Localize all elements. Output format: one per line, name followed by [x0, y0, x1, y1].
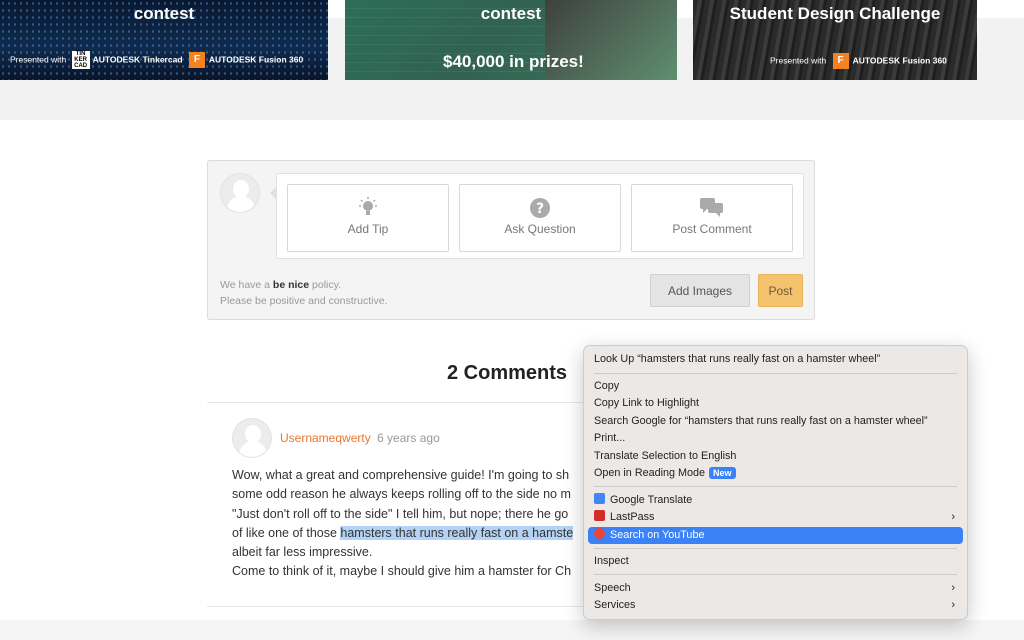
comment-line: albeit far less impressive. [232, 545, 373, 560]
menu-item-translate-selection[interactable]: Translate Selection to English [588, 448, 963, 465]
comment-timestamp: 6 years ago [377, 431, 440, 445]
banner-title: contest [480, 4, 542, 23]
be-nice-link[interactable]: be nice [273, 279, 309, 291]
comment-line: Wow, what a great and comprehensive guid… [232, 468, 570, 482]
context-menu: Look Up “hamsters that runs really fast … [583, 345, 968, 620]
menu-item-inspect[interactable]: Inspect [588, 553, 963, 570]
banner-title: contest [133, 4, 195, 23]
comment-composer: Add Tip ? Ask Question Post Comment We h… [207, 160, 815, 320]
comment-line: "Just don't roll off to the side" I tell… [232, 506, 569, 521]
lastpass-icon [594, 510, 605, 521]
add-tip-label: Add Tip [347, 222, 389, 236]
question-circle-icon: ? [528, 197, 552, 219]
youtube-search-icon [594, 528, 605, 539]
add-images-button[interactable]: Add Images [650, 274, 750, 307]
lightbulb-icon [356, 197, 380, 219]
chevron-right-icon: › [951, 511, 955, 523]
menu-item-search-google[interactable]: Search Google for “hamsters that runs re… [588, 413, 963, 430]
menu-item-copy-link-to-highlight[interactable]: Copy Link to Highlight [588, 395, 963, 412]
comment-meta: Usernameqwerty 6 years ago [280, 431, 440, 445]
ask-question-button[interactable]: ? Ask Question [459, 184, 621, 252]
banner-title: Student Design Challenge [729, 4, 941, 23]
banner-presented-with: Presented with F AUTODESK Fusion 360 [770, 53, 947, 69]
post-button[interactable]: Post [758, 274, 803, 307]
menu-item-open-in-reading-mode[interactable]: Open in Reading Mode New [588, 465, 963, 482]
new-badge: New [709, 467, 736, 479]
add-tip-button[interactable]: Add Tip [287, 184, 449, 252]
banner-prize-text: $40,000 in prizes! [443, 52, 584, 71]
menu-item-look-up[interactable]: Look Up “hamsters that runs really fast … [588, 351, 963, 368]
menu-separator [594, 574, 957, 575]
comment-body: Wow, what a great and comprehensive guid… [232, 466, 592, 582]
google-translate-icon [594, 493, 605, 504]
menu-item-services[interactable]: Services › [588, 597, 963, 614]
menu-item-print[interactable]: Print... [588, 430, 963, 447]
chevron-right-icon: › [951, 582, 955, 594]
chevron-right-icon: › [951, 599, 955, 611]
commenter-avatar[interactable] [232, 418, 272, 458]
composer-actions-box: Add Tip ? Ask Question Post Comment [276, 173, 804, 259]
user-avatar [220, 173, 260, 213]
ask-question-label: Ask Question [504, 222, 576, 236]
menu-item-google-translate[interactable]: Google Translate [588, 492, 963, 509]
page-bottom-strip [0, 620, 1024, 640]
chat-bubbles-icon [700, 197, 724, 219]
fusion-logo-icon: F [188, 52, 205, 68]
menu-item-lastpass[interactable]: LastPass › [588, 509, 963, 526]
contest-banner-2[interactable]: contest $40,000 in prizes! [345, 0, 677, 80]
menu-item-copy[interactable]: Copy [588, 378, 963, 395]
selected-text: hamsters that runs really fast on a hams… [340, 525, 574, 540]
fusion-logo-icon: F [832, 53, 849, 69]
comment-username[interactable]: Usernameqwerty [280, 431, 371, 445]
comment-line: some odd reason he always keeps rolling … [232, 487, 571, 502]
comments-heading: 2 Comments [447, 362, 568, 384]
be-nice-policy: We have a be nice policy. Please be posi… [220, 279, 388, 307]
menu-separator [594, 373, 957, 374]
contest-banner-3[interactable]: Student Design Challenge Presented with … [693, 0, 977, 80]
menu-separator [594, 548, 957, 549]
svg-text:?: ? [536, 201, 544, 217]
comment-line: of like one of those hamsters that runs … [232, 525, 574, 540]
menu-item-search-on-youtube[interactable]: Search on YouTube [588, 527, 963, 544]
menu-separator [594, 486, 957, 487]
comment-line: Come to think of it, maybe I should give… [232, 564, 572, 579]
post-comment-button[interactable]: Post Comment [631, 184, 793, 252]
contest-banner-1[interactable]: contest Presented with TIN KER CADAUTODE… [0, 0, 328, 80]
menu-item-speech[interactable]: Speech › [588, 580, 963, 597]
tinkercad-logo-icon: TIN KER CAD [71, 51, 90, 69]
post-comment-label: Post Comment [672, 222, 752, 236]
banner-presented-with: Presented with TIN KER CADAUTODESK Tinke… [10, 51, 304, 69]
